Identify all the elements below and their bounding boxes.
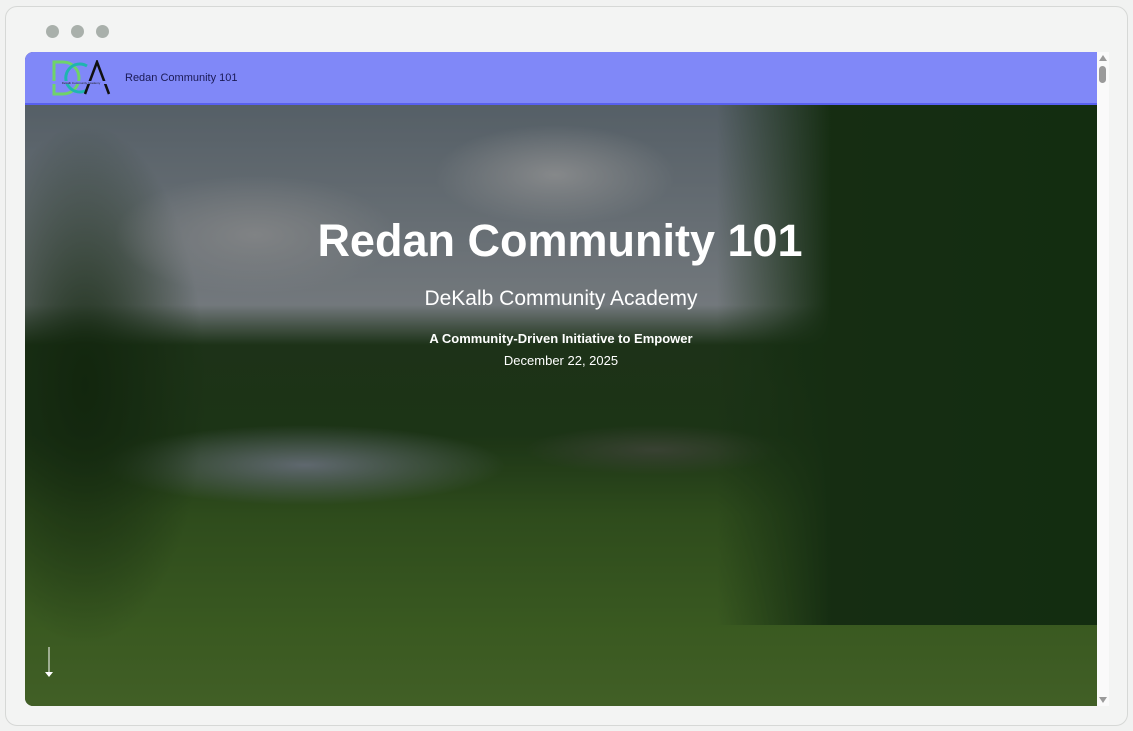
scroll-up-icon[interactable] bbox=[1099, 55, 1107, 61]
scroll-down-icon[interactable] bbox=[1099, 697, 1107, 703]
hero-title: Redan Community 101 bbox=[317, 215, 803, 266]
hero-subtitle: DeKalb Community Academy bbox=[424, 287, 698, 310]
page-viewport: Dekalb Community Academy Redan Community… bbox=[25, 52, 1097, 706]
hero-section: Redan Community 101 DeKalb Community Aca… bbox=[25, 105, 1097, 706]
navbar: Dekalb Community Academy Redan Community… bbox=[25, 52, 1097, 105]
vertical-scrollbar[interactable] bbox=[1097, 52, 1109, 706]
hero-date: December 22, 2025 bbox=[503, 353, 619, 368]
hero-tagline: A Community-Driven Initiative to Empower bbox=[429, 331, 693, 346]
logo[interactable]: Dekalb Community Academy bbox=[51, 57, 111, 96]
window-maximize-button[interactable] bbox=[96, 25, 109, 38]
window-minimize-button[interactable] bbox=[71, 25, 84, 38]
nav-title-link[interactable]: Redan Community 101 bbox=[125, 72, 238, 84]
scrollbar-thumb[interactable] bbox=[1099, 66, 1106, 83]
scroll-down-arrow-icon[interactable] bbox=[44, 647, 54, 677]
window-close-button[interactable] bbox=[46, 25, 59, 38]
hero-overlay bbox=[25, 105, 1097, 706]
svg-text:Dekalb Community Academy: Dekalb Community Academy bbox=[62, 81, 101, 85]
dca-logo-icon: Dekalb Community Academy bbox=[51, 57, 111, 95]
hero-content: Redan Community 101 DeKalb Community Aca… bbox=[25, 215, 1097, 368]
